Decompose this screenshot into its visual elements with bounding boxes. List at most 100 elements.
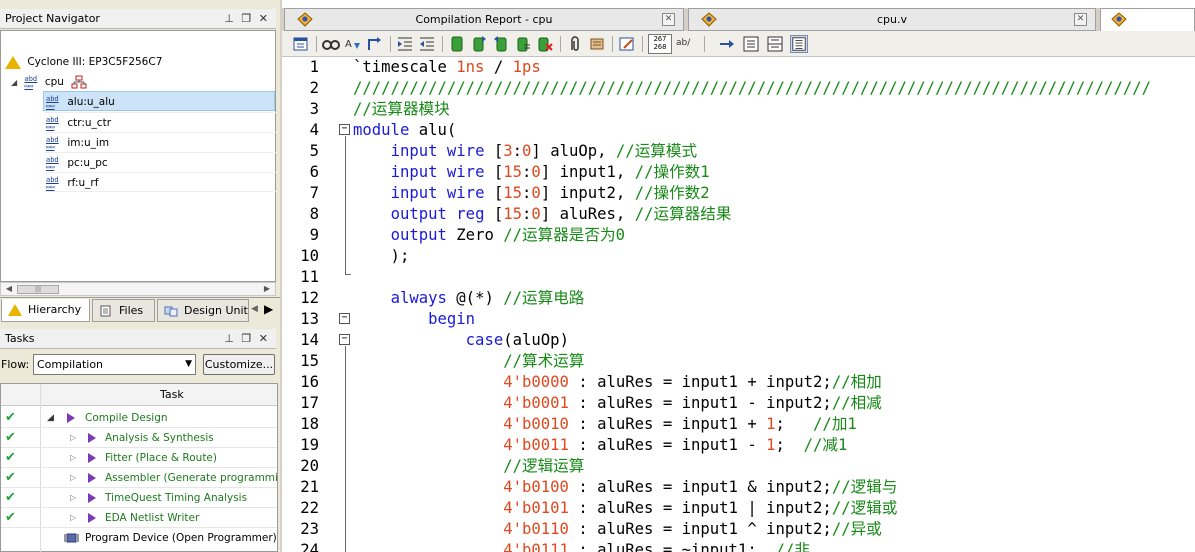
indent-icon[interactable]: [396, 35, 414, 53]
tab-cpu-v[interactable]: cpu.v ✕: [688, 8, 1096, 31]
tree-item-rf[interactable]: abd ▭▭ rf:u_rf: [44, 172, 276, 192]
tasks-window-controls[interactable]: ⊥ ❐ ✕: [224, 329, 270, 349]
code-line[interactable]: always @(*) //运算电路: [353, 288, 585, 309]
task-row[interactable]: ✔ ▷ EDA Netlist Writer: [1, 508, 277, 528]
code-line[interactable]: output reg [15:0] aluRes, //运算器结果: [353, 204, 732, 225]
expand-icon[interactable]: ▷: [70, 468, 76, 487]
code-line[interactable]: input wire [3:0] aluOp, //运算模式: [353, 141, 698, 162]
expand-icon[interactable]: ▷: [70, 508, 76, 527]
play-icon[interactable]: [88, 513, 96, 523]
hierarchy-icon: [71, 75, 87, 89]
task-row[interactable]: ✔ ▷ Assembler (Generate programming file…: [1, 468, 277, 488]
code-line[interactable]: //运算器模块: [353, 99, 450, 120]
word-wrap-toggle[interactable]: ab/: [676, 38, 690, 48]
code-line[interactable]: module alu(: [353, 120, 456, 141]
code-line[interactable]: );: [353, 246, 410, 267]
tab-hierarchy[interactable]: Hierarchy: [1, 299, 90, 322]
flow-select[interactable]: Compilation ▼: [33, 354, 196, 375]
scroll-right-icon[interactable]: ▶: [260, 283, 274, 295]
navigator-window-controls[interactable]: ⊥ ❐ ✕: [224, 9, 270, 29]
code-line[interactable]: case(aluOp): [353, 330, 569, 351]
collapse-icon[interactable]: ◢: [11, 78, 17, 87]
bookmark-list-icon[interactable]: [514, 35, 532, 53]
tab-scroll-left-icon[interactable]: ◀: [251, 304, 258, 314]
tree-item-ctr[interactable]: abd ▭▭ ctr:u_ctr: [44, 112, 276, 132]
scroll-left-icon[interactable]: ◀: [2, 283, 16, 295]
code-line[interactable]: 4'b0001 : aluRes = input1 - input2;//相减: [353, 393, 882, 414]
expand-icon[interactable]: ▷: [70, 448, 76, 467]
customize-button[interactable]: Customize...: [203, 354, 275, 375]
code-line[interactable]: 4'b0000 : aluRes = input1 + input2;//相加: [353, 372, 882, 393]
view-split-icon[interactable]: [766, 35, 784, 53]
tree-top-entity-row[interactable]: ◢ abd ▭▭ cpu: [11, 72, 87, 92]
play-icon[interactable]: [88, 473, 96, 483]
line-number: 4: [309, 121, 319, 139]
outdent-icon[interactable]: [418, 35, 436, 53]
code-line[interactable]: input wire [15:0] input1, //操作数1: [353, 162, 710, 183]
play-icon[interactable]: [88, 433, 96, 443]
view-single-icon[interactable]: [742, 35, 760, 53]
code-editor[interactable]: − − − 1 2 3 4 5 6 7 8 9 10 11 12 13 14 1…: [282, 57, 1195, 552]
previous-bookmark-icon[interactable]: [492, 35, 510, 53]
expand-icon[interactable]: ▷: [70, 488, 76, 507]
play-icon[interactable]: [88, 493, 96, 503]
bookmark-icon[interactable]: [448, 35, 466, 53]
collapse-icon[interactable]: ◢: [47, 408, 54, 427]
toolbar-separator: [390, 36, 391, 52]
line-number: 9: [309, 226, 319, 244]
view-full-icon[interactable]: [790, 35, 808, 53]
task-label: Compile Design: [85, 412, 168, 424]
tree-item-alu[interactable]: abd ▭▭ alu:u_alu: [43, 91, 275, 111]
code-line[interactable]: 4'b0101 : aluRes = input1 | input2;//逻辑或: [353, 498, 897, 519]
insert-arrow-icon[interactable]: [718, 35, 736, 53]
clear-bookmarks-icon[interactable]: [536, 35, 554, 53]
tab-compilation-report[interactable]: Compilation Report - cpu ✕: [284, 8, 684, 31]
tree-item-im[interactable]: abd ▭▭ im:u_im: [44, 132, 276, 152]
fold-toggle-icon[interactable]: −: [339, 334, 350, 345]
task-row[interactable]: ✔ ▷ Analysis & Synthesis: [1, 428, 277, 448]
tab-label: Hierarchy: [28, 303, 82, 316]
code-line[interactable]: ////////////////////////////////////////…: [353, 78, 1151, 99]
code-line[interactable]: 4'b0110 : aluRes = input1 ^ input2;//异或: [353, 519, 882, 540]
line-numbers-toggle[interactable]: 267 268: [648, 34, 672, 54]
play-icon[interactable]: [67, 413, 75, 423]
code-line[interactable]: //逻辑运算: [353, 456, 584, 477]
find-icon[interactable]: [322, 35, 340, 53]
navigator-horizontal-scrollbar[interactable]: ◀ ||| ▶: [0, 282, 276, 296]
code-line[interactable]: output Zero //运算器是否为0: [353, 225, 625, 246]
task-row[interactable]: ✔ ▷ Fitter (Place & Route): [1, 448, 277, 468]
code-line[interactable]: 4'b0011 : aluRes = input1 - 1; //减1: [353, 435, 847, 456]
play-icon[interactable]: [88, 453, 96, 463]
tab-scroll-right-icon[interactable]: ▶: [264, 302, 273, 316]
code-line[interactable]: 4'b0111 : aluRes = ~input1; //非: [353, 540, 810, 552]
goto-line-icon[interactable]: [366, 35, 384, 53]
task-row[interactable]: Program Device (Open Programmer): [1, 528, 277, 548]
code-line[interactable]: //算术运算: [353, 351, 584, 372]
expand-icon[interactable]: ▷: [70, 428, 76, 447]
fold-toggle-icon[interactable]: −: [339, 124, 350, 135]
task-row[interactable]: ✔ ◢ Compile Design: [1, 408, 277, 428]
check-icon: ✔: [5, 430, 16, 445]
document-settings-icon[interactable]: [292, 35, 310, 53]
fold-toggle-icon[interactable]: −: [339, 313, 350, 324]
tree-item-pc[interactable]: abd ▭▭ pc:u_pc: [44, 152, 276, 172]
code-line[interactable]: input wire [15:0] input2, //操作数2: [353, 183, 710, 204]
task-row[interactable]: ✔ ▷ TimeQuest Timing Analysis: [1, 488, 277, 508]
task-column-header[interactable]: Task: [160, 388, 184, 401]
code-line[interactable]: 4'b0100 : aluRes = input1 & input2;//逻辑与: [353, 477, 897, 498]
close-icon[interactable]: ✕: [1074, 13, 1087, 26]
code-line[interactable]: begin: [353, 309, 475, 330]
attach-icon[interactable]: [566, 35, 584, 53]
close-icon[interactable]: ✕: [662, 13, 675, 26]
tree-device-row[interactable]: Cyclone III: EP3C5F256C7: [5, 52, 162, 72]
tab-active-file[interactable]: [1100, 8, 1195, 31]
code-line[interactable]: 4'b0010 : aluRes = input1 + 1; //加1: [353, 414, 857, 435]
edit-block-icon[interactable]: [618, 35, 636, 53]
tab-files[interactable]: Files: [92, 299, 155, 322]
next-bookmark-icon[interactable]: [470, 35, 488, 53]
template-icon[interactable]: [588, 35, 606, 53]
code-line[interactable]: `timescale 1ns / 1ps: [353, 57, 541, 78]
tab-design-units[interactable]: Design Units: [157, 299, 249, 322]
scrollbar-thumb[interactable]: |||: [17, 285, 59, 294]
find-replace-icon[interactable]: A: [344, 35, 362, 53]
